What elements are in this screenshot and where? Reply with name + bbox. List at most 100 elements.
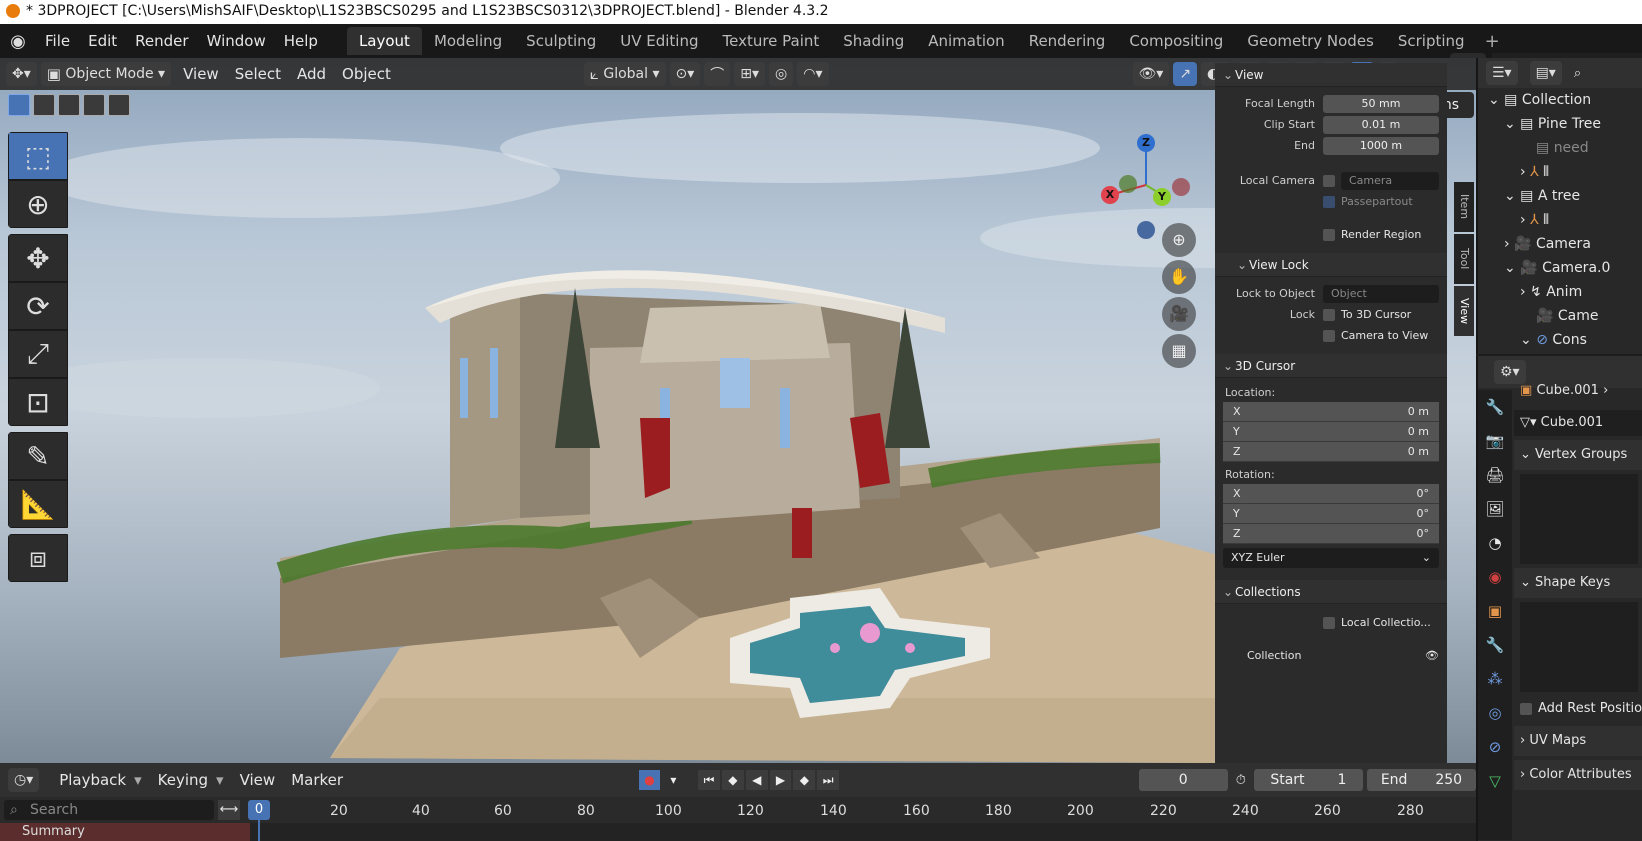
- annotate-tool-icon[interactable]: ✎: [8, 432, 68, 480]
- shape-keys-panel[interactable]: ⌄ Shape Keys: [1514, 568, 1642, 598]
- rotate-tool-icon[interactable]: ⟳: [8, 282, 68, 330]
- add-rest-position-checkbox[interactable]: [1520, 702, 1532, 715]
- end-frame-field[interactable]: End 250: [1366, 769, 1476, 791]
- record-icon[interactable]: ●: [638, 770, 661, 790]
- tab-texture-paint[interactable]: Texture Paint: [710, 27, 831, 55]
- view-section-header[interactable]: ⌄ View: [1215, 63, 1447, 87]
- gizmo-x-axis[interactable]: X: [1101, 186, 1119, 204]
- outliner-row[interactable]: ⌄ ▤ Pine Tree: [1478, 112, 1642, 136]
- stopwatch-icon[interactable]: ⏱: [1236, 773, 1246, 788]
- add-rest-position-row[interactable]: Add Rest Positio: [1514, 696, 1642, 722]
- rotation-mode-dropdown[interactable]: XYZ Euler ⌄: [1223, 548, 1439, 568]
- clip-end-field[interactable]: 1000 m: [1323, 136, 1439, 155]
- tab-scripting[interactable]: Scripting: [1386, 27, 1477, 55]
- eye-icon[interactable]: 👁: [1425, 649, 1439, 662]
- camera-view-icon[interactable]: 🎥: [1162, 297, 1196, 331]
- cursor-location-z[interactable]: Z 0 m: [1223, 442, 1439, 462]
- menu-window[interactable]: Window: [198, 24, 275, 58]
- play-reverse-icon[interactable]: ◀: [745, 770, 768, 790]
- editor-type-icon[interactable]: ✥▾: [6, 62, 37, 86]
- add-workspace-icon[interactable]: +: [1477, 31, 1508, 52]
- select-invert-icon[interactable]: [83, 94, 105, 116]
- perspective-grid-icon[interactable]: ▦: [1162, 334, 1196, 368]
- viewport-menu-select[interactable]: Select: [227, 65, 289, 83]
- sidebar-tab-item[interactable]: Item: [1454, 182, 1474, 232]
- clip-start-field[interactable]: 0.01 m: [1323, 115, 1439, 134]
- filter-icon[interactable]: ▤▾: [1529, 61, 1562, 85]
- display-mode-icon[interactable]: ☰▾: [1486, 61, 1518, 85]
- focal-length-field[interactable]: 50 mm: [1323, 94, 1439, 113]
- timeline-search-input[interactable]: ⌕ Search: [4, 800, 214, 820]
- cursor-location-x[interactable]: X 0 m: [1223, 402, 1439, 422]
- vertex-groups-list[interactable]: [1520, 474, 1638, 564]
- cursor-location-y[interactable]: Y 0 m: [1223, 422, 1439, 442]
- cursor-rotation-x[interactable]: X 0°: [1223, 484, 1439, 504]
- play-icon[interactable]: ▶: [769, 770, 792, 790]
- camera-to-view-checkbox[interactable]: [1323, 329, 1335, 342]
- transform-tool-icon[interactable]: ⊡: [8, 378, 68, 426]
- start-frame-field[interactable]: Start 1: [1253, 769, 1363, 791]
- vertex-groups-panel[interactable]: ⌄ Vertex Groups: [1514, 440, 1642, 470]
- tab-rendering[interactable]: Rendering: [1017, 27, 1118, 55]
- measure-tool-icon[interactable]: 📐: [8, 480, 68, 528]
- mode-dropdown[interactable]: ▣ Object Mode ▾: [40, 62, 172, 86]
- gizmo-toggle-icon[interactable]: ↗: [1173, 62, 1198, 86]
- summary-channel[interactable]: Summary: [0, 823, 250, 841]
- select-box-tool-icon[interactable]: ⬚: [8, 132, 68, 180]
- move-tool-icon[interactable]: ✥: [8, 234, 68, 282]
- tab-layout[interactable]: Layout: [346, 27, 422, 55]
- outliner-row[interactable]: › 🎥 Camera: [1478, 232, 1642, 256]
- pivot-point-icon[interactable]: ⊙▾: [669, 62, 701, 86]
- blender-menu-icon[interactable]: ◉: [0, 31, 36, 52]
- outliner-row[interactable]: ⌄ 🎥 Camera.0: [1478, 256, 1642, 280]
- render-region-checkbox[interactable]: [1323, 228, 1335, 241]
- collections-section-header[interactable]: ⌄ Collections: [1215, 580, 1447, 604]
- view-lock-section-header[interactable]: ⌄ View Lock: [1215, 253, 1447, 277]
- visibility-icon[interactable]: 👁▾: [1132, 62, 1170, 86]
- viewport-menu-view[interactable]: View: [175, 65, 227, 83]
- select-new-icon[interactable]: [8, 94, 30, 116]
- transform-orientation-dropdown[interactable]: ⟀ Global ▾: [583, 62, 666, 86]
- next-keyframe-icon[interactable]: ◆: [793, 770, 816, 790]
- keying-menu[interactable]: Keying: [150, 771, 216, 789]
- 3d-cursor-section-header[interactable]: ⌄ 3D Cursor: [1215, 354, 1447, 378]
- to-3d-cursor-checkbox[interactable]: [1323, 308, 1335, 321]
- falloff-icon[interactable]: ◠▾: [797, 62, 829, 86]
- outliner-row[interactable]: › ⅄ ⫴: [1478, 208, 1642, 232]
- marker-menu[interactable]: Marker: [283, 771, 351, 789]
- scene-tab-icon[interactable]: ◔: [1478, 526, 1512, 560]
- current-frame-field[interactable]: 0: [1138, 769, 1228, 791]
- object-tab-icon[interactable]: ▣: [1478, 594, 1512, 628]
- menu-file[interactable]: File: [36, 24, 79, 58]
- tool-tab-icon[interactable]: 🔧: [1478, 390, 1512, 424]
- tab-uv-editing[interactable]: UV Editing: [608, 27, 710, 55]
- sidebar-tab-tool[interactable]: Tool: [1454, 234, 1474, 284]
- select-subtract-icon[interactable]: [58, 94, 80, 116]
- passepartout-checkbox[interactable]: [1323, 195, 1335, 208]
- timeline-editor-type-icon[interactable]: ◷▾: [8, 768, 40, 792]
- prev-keyframe-icon[interactable]: ◆: [721, 770, 744, 790]
- playhead[interactable]: 0: [248, 800, 270, 820]
- jump-start-icon[interactable]: ⏮: [698, 770, 720, 790]
- outliner-row[interactable]: ⌄ ▤ A tree: [1478, 184, 1642, 208]
- particles-tab-icon[interactable]: ⁂: [1478, 662, 1512, 696]
- outliner-row[interactable]: ⌄ ⊘ Cons: [1478, 328, 1642, 352]
- snap-icon[interactable]: ⌒: [704, 62, 731, 86]
- cursor-rotation-z[interactable]: Z 0°: [1223, 524, 1439, 544]
- menu-render[interactable]: Render: [126, 24, 197, 58]
- menu-help[interactable]: Help: [275, 24, 327, 58]
- gizmo-y-axis[interactable]: Y: [1153, 188, 1171, 206]
- pan-hand-icon[interactable]: ✋: [1162, 260, 1196, 294]
- local-camera-checkbox[interactable]: [1323, 174, 1335, 187]
- zoom-icon[interactable]: ⊕: [1162, 223, 1196, 257]
- cursor-tool-icon[interactable]: ⊕: [8, 180, 68, 228]
- viewport-menu-add[interactable]: Add: [289, 65, 334, 83]
- menu-edit[interactable]: Edit: [79, 24, 126, 58]
- viewport-menu-object[interactable]: Object: [334, 65, 399, 83]
- gizmo-z-axis[interactable]: Z: [1137, 134, 1155, 152]
- snap-target-icon[interactable]: ⊞▾: [734, 62, 766, 86]
- outliner-row[interactable]: › ⅄ ⫴: [1478, 160, 1642, 184]
- tab-sculpting[interactable]: Sculpting: [514, 27, 608, 55]
- tab-geometry-nodes[interactable]: Geometry Nodes: [1235, 27, 1386, 55]
- physics-tab-icon[interactable]: ◎: [1478, 696, 1512, 730]
